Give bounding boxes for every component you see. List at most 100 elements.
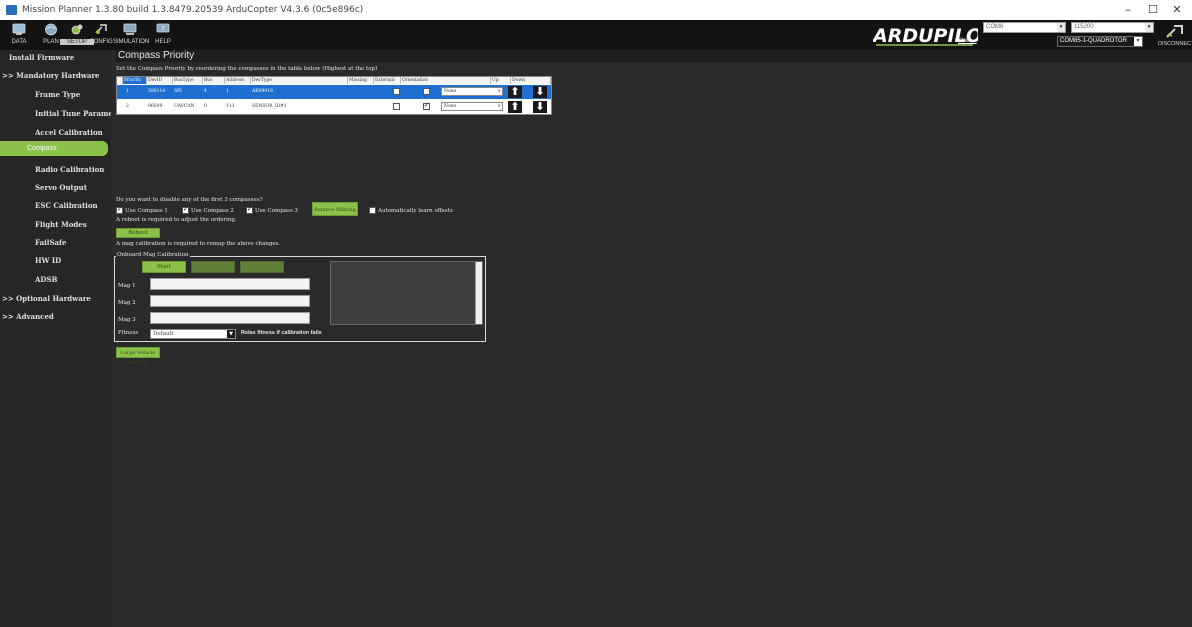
port-value: COM6	[986, 24, 1004, 30]
cell-devtype: AK09916	[252, 89, 273, 94]
move-up-button[interactable]: ⬆	[508, 101, 522, 113]
sidebar-item-optional-hardware[interactable]: >> Optional Hardware	[2, 294, 113, 303]
data-icon	[12, 23, 26, 35]
use-compass-2-label: Use Compass 2	[191, 208, 234, 214]
cell-bustype: SPI	[174, 89, 182, 94]
toolbar-simulation-button[interactable]: SIMULATION	[113, 21, 149, 49]
chevron-down-icon: ▼	[1134, 37, 1142, 46]
chevron-down-icon: ∨	[497, 103, 501, 109]
toolbar-config-button[interactable]: CONFIG	[89, 21, 113, 49]
cancel-button[interactable]: Cancel	[240, 261, 284, 273]
auto-learn-offsets-label: Automatically learn offsets	[378, 208, 453, 214]
toolbar-data-button[interactable]: DATA	[8, 21, 30, 49]
orientation-value: None	[444, 89, 457, 94]
use-compass-2-checkbox[interactable]	[182, 205, 189, 214]
move-down-button[interactable]: ⬇	[533, 86, 547, 98]
mag-3-label: Mag 3	[118, 317, 136, 323]
toolbar-plan-button[interactable]: PLAN	[40, 21, 62, 49]
minimize-button[interactable]: –	[1115, 0, 1141, 20]
port-select[interactable]: COM6 ▼	[983, 22, 1066, 33]
sidebar-item-initial-tune[interactable]: Initial Tune Parameters	[35, 109, 111, 118]
chevron-down-icon: ▼	[227, 330, 235, 338]
config-icon	[95, 24, 107, 34]
col-header-devid[interactable]: DevID	[147, 77, 173, 84]
help-icon: ?	[156, 23, 170, 33]
compass-priority-table: Priority DevID BusType Bus Address DevTy…	[116, 76, 552, 115]
cell-bus: 0	[204, 104, 207, 109]
table-row[interactable]: 1 590114 SPI 4 1 AK09916 None ∨ ⬆ ⬇	[117, 85, 551, 99]
toolbar-help-button[interactable]: ? HELP	[152, 21, 174, 49]
cell-devtype: SENSOR_ID#1	[252, 104, 287, 109]
baud-select[interactable]: 115200 ▼	[1071, 22, 1154, 33]
missing-checkbox[interactable]	[393, 103, 400, 110]
log-scrollbar[interactable]	[475, 262, 482, 324]
stats-link[interactable]: Stats...	[958, 38, 977, 44]
chevron-down-icon: ▼	[1057, 23, 1065, 32]
sidebar-item-esc-calibration[interactable]: ESC Calibration	[35, 201, 111, 210]
sidebar-item-compass[interactable]: Compass	[0, 141, 108, 156]
cell-devid: 96609	[148, 104, 163, 109]
col-header-address[interactable]: Address	[225, 77, 251, 84]
reboot-button[interactable]: Reboot	[116, 228, 160, 238]
mag-3-progress	[150, 312, 310, 324]
auto-learn-offsets-checkbox[interactable]	[369, 207, 376, 214]
orientation-select[interactable]: None ∨	[441, 102, 503, 111]
link-select[interactable]: COM85-1-QUADROTOR ▼	[1057, 36, 1143, 47]
simulation-icon	[123, 23, 137, 35]
col-header-orientation[interactable]: Orientation	[401, 77, 491, 84]
page-title: Compass Priority	[116, 50, 1192, 62]
reboot-note: A reboot is required to adjust the order…	[116, 217, 237, 223]
external-checkbox[interactable]	[423, 101, 430, 110]
chevron-down-icon: ▼	[1145, 23, 1153, 32]
sidebar-item-accel-calibration[interactable]: Accel Calibration	[35, 128, 111, 137]
col-header-down[interactable]: Down	[511, 77, 551, 84]
start-button[interactable]: Start	[142, 261, 186, 273]
mag-cal-note: A mag calibration is required to remap t…	[116, 241, 281, 247]
sidebar-item-radio-calibration[interactable]: Radio Calibration	[35, 165, 111, 174]
use-compass-1-label: Use Compass 1	[125, 208, 168, 214]
disconnect-button[interactable]: DISCONNECT	[1158, 22, 1192, 50]
maximize-button[interactable]: ☐	[1140, 0, 1166, 20]
move-down-button[interactable]: ⬇	[533, 101, 547, 113]
cell-bus: 4	[204, 89, 207, 94]
table-row[interactable]: 2 96609 UAVCAN 0 111 SENSOR_ID#1 None ∨ …	[117, 100, 551, 114]
remove-missing-button[interactable]: Remove Missing	[312, 202, 358, 216]
mag-1-progress	[150, 278, 310, 290]
toolbar-help-label: HELP	[155, 39, 171, 45]
orientation-select[interactable]: None ∨	[441, 87, 503, 96]
sidebar-item-mandatory-hardware[interactable]: >> Mandatory Hardware	[2, 71, 113, 80]
link-value: COM85-1-QUADROTOR	[1060, 38, 1127, 44]
use-compass-1-checkbox[interactable]	[116, 205, 123, 214]
relax-fitness-note: Relax fitness if calibration fails	[241, 330, 322, 336]
col-header-devtype[interactable]: DevType	[251, 77, 348, 84]
move-up-button[interactable]: ⬆	[508, 86, 522, 98]
fitness-select[interactable]: Default ▼	[150, 329, 236, 339]
title-bar: Mission Planner 1.3.80 build 1.3.8479.20…	[0, 0, 1192, 20]
use-compass-3-checkbox[interactable]	[246, 205, 253, 214]
cell-address: 111	[226, 104, 235, 109]
cell-address: 1	[226, 89, 229, 94]
missing-checkbox[interactable]	[393, 88, 400, 95]
plan-icon	[45, 23, 57, 36]
sidebar-item-advanced[interactable]: >> Advanced	[2, 312, 113, 321]
orientation-value: None	[444, 104, 457, 109]
close-button[interactable]: ✕	[1164, 0, 1190, 20]
arrow-up-icon: ⬆	[510, 100, 520, 113]
accept-button[interactable]: Accept	[191, 261, 235, 273]
sidebar-item-install-firmware[interactable]: Install Firmware	[9, 53, 120, 62]
col-header-external[interactable]: External	[374, 77, 401, 84]
external-checkbox[interactable]	[423, 88, 430, 95]
setup-icon	[71, 24, 83, 35]
large-vehicle-magcal-button[interactable]: Large Vehicle MagCal	[116, 347, 160, 366]
col-header-bus[interactable]: Bus	[203, 77, 225, 84]
col-header-up[interactable]: Up	[491, 77, 511, 84]
chevron-down-icon: ∨	[497, 88, 501, 94]
col-header-priority[interactable]: Priority	[123, 77, 147, 84]
svg-text:?: ?	[161, 25, 165, 33]
disconnect-label: DISCONNECT	[1158, 41, 1192, 47]
col-header-missing[interactable]: Missing	[348, 77, 374, 84]
toolbar-simulation-label: SIMULATION	[113, 39, 150, 45]
arrow-up-icon: ⬆	[510, 85, 520, 98]
cell-devid: 590114	[148, 89, 166, 94]
col-header-bustype[interactable]: BusType	[173, 77, 203, 84]
